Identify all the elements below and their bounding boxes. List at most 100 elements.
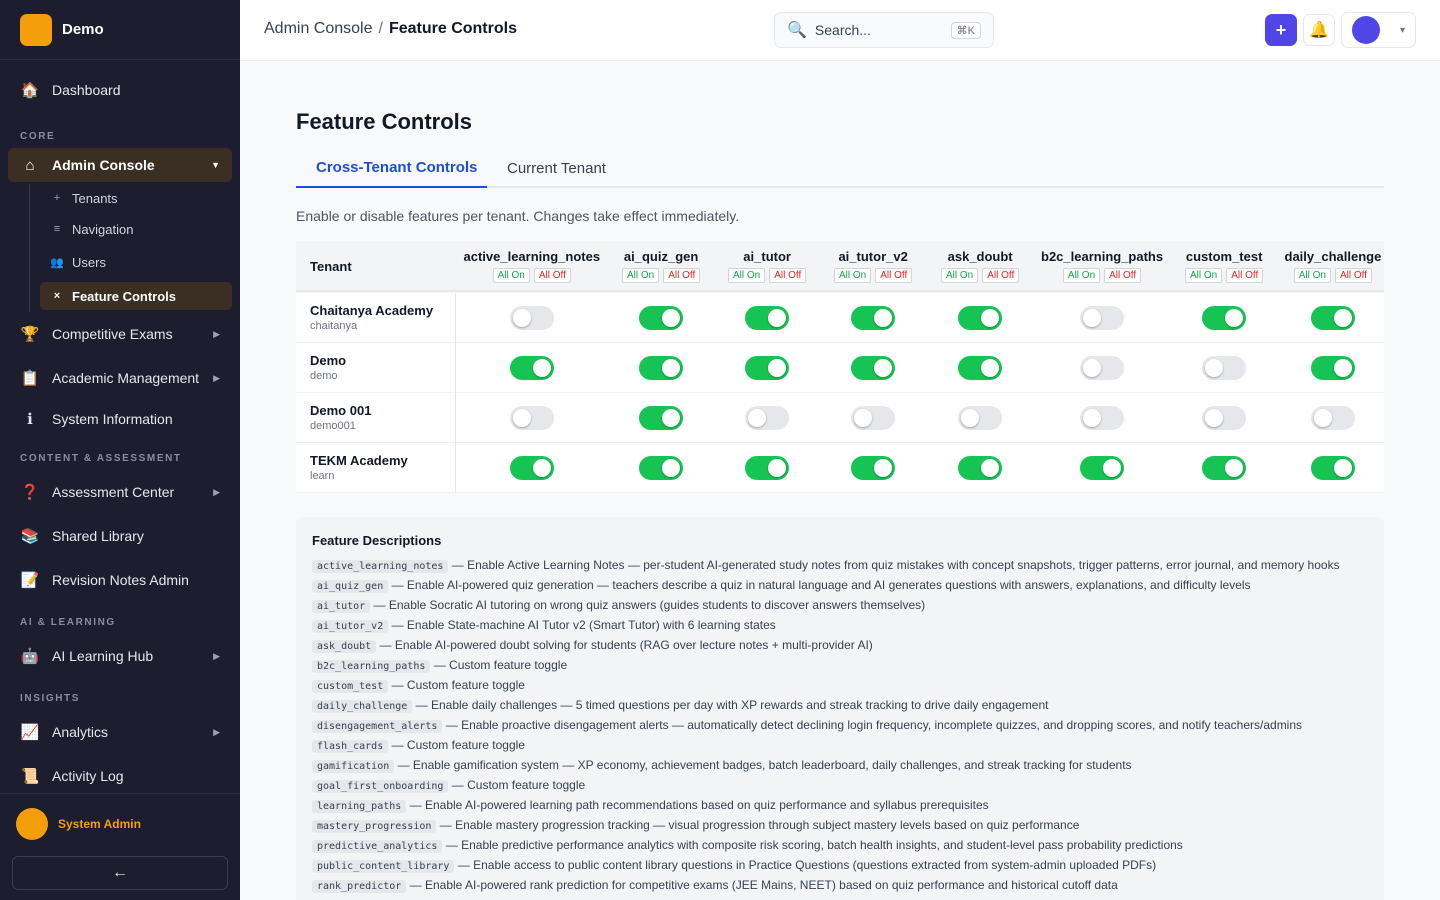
feature-toggle[interactable] (510, 356, 554, 380)
all-on-button[interactable]: All On (1293, 268, 1331, 283)
all-on-button[interactable]: All On (622, 268, 660, 283)
all-off-button[interactable]: All Off (769, 268, 807, 283)
feature-toggle[interactable] (1311, 406, 1355, 430)
feature-toggle[interactable] (639, 456, 683, 480)
all-on-button[interactable]: All On (1185, 268, 1223, 283)
feature-toggle[interactable] (851, 456, 895, 480)
info-icon: ℹ (27, 411, 33, 428)
sidebar-subitem-feature-controls[interactable]: × Feature Controls (40, 282, 232, 310)
sidebar-subitem-navigation[interactable]: ≡ Navigation (40, 215, 232, 243)
sidebar-item-system-information[interactable]: ℹ System Information (8, 402, 232, 436)
toggle-icon: × (53, 290, 61, 302)
all-off-button[interactable]: All Off (875, 268, 913, 283)
sidebar-subitem-users[interactable]: 👥 Users (40, 248, 232, 276)
description-row: gamification — Enable gamification syste… (312, 758, 1368, 774)
feature-toggle[interactable] (1202, 406, 1246, 430)
feature-toggle[interactable] (1311, 356, 1355, 380)
plus-icon: + (53, 192, 61, 204)
brand[interactable]: Demo (0, 0, 240, 60)
feature-column-header: daily_challenge All On All Off (1285, 249, 1381, 283)
feature-toggle[interactable] (1080, 406, 1124, 430)
feature-toggle[interactable] (851, 356, 895, 380)
sidebar-item-dashboard[interactable]: 🏠 Dashboard (8, 73, 232, 107)
sidebar-item-revision-notes-admin[interactable]: 📝 Revision Notes Admin (8, 563, 232, 597)
feature-toggle[interactable] (958, 406, 1002, 430)
search-placeholder: Search... (814, 22, 871, 38)
feature-key: b2c_learning_paths (312, 660, 431, 673)
tab-current-tenant[interactable]: Current Tenant (487, 149, 626, 188)
sidebar-item-analytics[interactable]: 📈 Analytics ▶ (8, 715, 232, 749)
sidebar-item-academic-management[interactable]: 📋 Academic Management ▶ (8, 361, 232, 395)
all-on-button[interactable]: All On (492, 268, 530, 283)
feature-toggle[interactable] (1311, 306, 1355, 330)
feature-key: learning_paths (312, 800, 407, 813)
feature-toggle[interactable] (745, 456, 789, 480)
sidebar-item-assessment-center[interactable]: ❓ Assessment Center ▶ (8, 475, 232, 509)
sidebar-item-shared-library[interactable]: 📚 Shared Library (8, 519, 232, 553)
feature-toggle[interactable] (1202, 456, 1246, 480)
tenant-name: Chaitanya Academy (310, 303, 434, 318)
feature-toggle[interactable] (851, 406, 895, 430)
feature-toggle[interactable] (745, 306, 789, 330)
sidebar-item-label: Shared Library (52, 528, 144, 544)
sidebar-subitem-label: Users (72, 254, 106, 270)
feature-toggle[interactable] (639, 356, 683, 380)
sidebar-item-competitive-exams[interactable]: 🏆 Competitive Exams ▶ (8, 317, 232, 351)
sidebar-subitem-tenants[interactable]: + Tenants (40, 184, 232, 212)
description-row: mastery_progression — Enable mastery pro… (312, 818, 1368, 834)
all-on-button[interactable]: All On (834, 268, 872, 283)
sidebar-item-admin-console[interactable]: ⌂ Admin Console ▼ (8, 148, 232, 182)
user-profile[interactable]: System Admin (16, 808, 141, 840)
sidebar-item-ai-learning-hub[interactable]: 🤖 AI Learning Hub ▶ (8, 639, 232, 673)
all-off-button[interactable]: All Off (1226, 268, 1264, 283)
feature-toggle[interactable] (1080, 356, 1124, 380)
bell-icon: 🔔 (1309, 22, 1329, 39)
table-row: Demo demo (296, 343, 1384, 393)
tab-cross-tenant-controls[interactable]: Cross-Tenant Controls (296, 149, 487, 188)
feature-toggle[interactable] (958, 456, 1002, 480)
collapse-sidebar-button[interactable]: ← (12, 856, 228, 890)
feature-grid: Tenant active_learning_notes All On All Of… (296, 241, 1384, 493)
descriptions-title: Feature Descriptions (312, 533, 442, 548)
all-off-button[interactable]: All Off (663, 268, 701, 283)
search-input[interactable]: 🔍 Search... ⌘K (774, 12, 994, 48)
tenant-name: Demo 001 (310, 403, 372, 418)
feature-toggle[interactable] (1202, 306, 1246, 330)
all-off-button[interactable]: All Off (533, 268, 571, 283)
all-on-button[interactable]: All On (941, 268, 979, 283)
feature-description: — Enable AI-powered learning path recomm… (409, 798, 989, 812)
feature-toggle[interactable] (851, 306, 895, 330)
all-on-button[interactable]: All On (728, 268, 766, 283)
description-row: ask_doubt — Enable AI-powered doubt solv… (312, 638, 1368, 654)
sidebar-item-label: Admin Console (52, 157, 155, 173)
feature-toggle[interactable] (1080, 306, 1124, 330)
chevron-right-icon: ▶ (213, 486, 220, 497)
profile-menu-button[interactable]: ▾ (1341, 12, 1416, 48)
search-icon: 🔍 (787, 22, 807, 39)
feature-toggle[interactable] (639, 306, 683, 330)
feature-toggle[interactable] (958, 356, 1002, 380)
feature-toggle[interactable] (1311, 456, 1355, 480)
feature-toggle[interactable] (510, 306, 554, 330)
all-off-button[interactable]: All Off (1104, 268, 1142, 283)
feature-key: ai_tutor (312, 600, 371, 613)
bulk-toggle-group: All On All Off (728, 268, 807, 283)
sidebar-item-activity-log[interactable]: 📜 Activity Log (8, 759, 232, 793)
feature-toggle[interactable] (745, 406, 789, 430)
feature-toggle[interactable] (1202, 356, 1246, 380)
home-icon: 🏠 (20, 82, 40, 99)
description-row: ai_quiz_gen — Enable AI-powered quiz gen… (312, 578, 1368, 594)
all-on-button[interactable]: All On (1062, 268, 1101, 283)
feature-toggle[interactable] (510, 456, 554, 480)
feature-toggle[interactable] (1080, 456, 1124, 480)
feature-toggle[interactable] (510, 406, 554, 430)
feature-toggle[interactable] (639, 406, 683, 430)
feature-toggle[interactable] (745, 356, 789, 380)
feature-toggle[interactable] (958, 306, 1002, 330)
chevron-down-icon: ▼ (211, 160, 220, 170)
notifications-button[interactable]: 🔔 (1303, 14, 1335, 46)
breadcrumb-parent[interactable]: Admin Console (264, 20, 373, 37)
all-off-button[interactable]: All Off (982, 268, 1020, 283)
add-button[interactable]: + (1265, 14, 1297, 46)
all-off-button[interactable]: All Off (1335, 268, 1373, 283)
